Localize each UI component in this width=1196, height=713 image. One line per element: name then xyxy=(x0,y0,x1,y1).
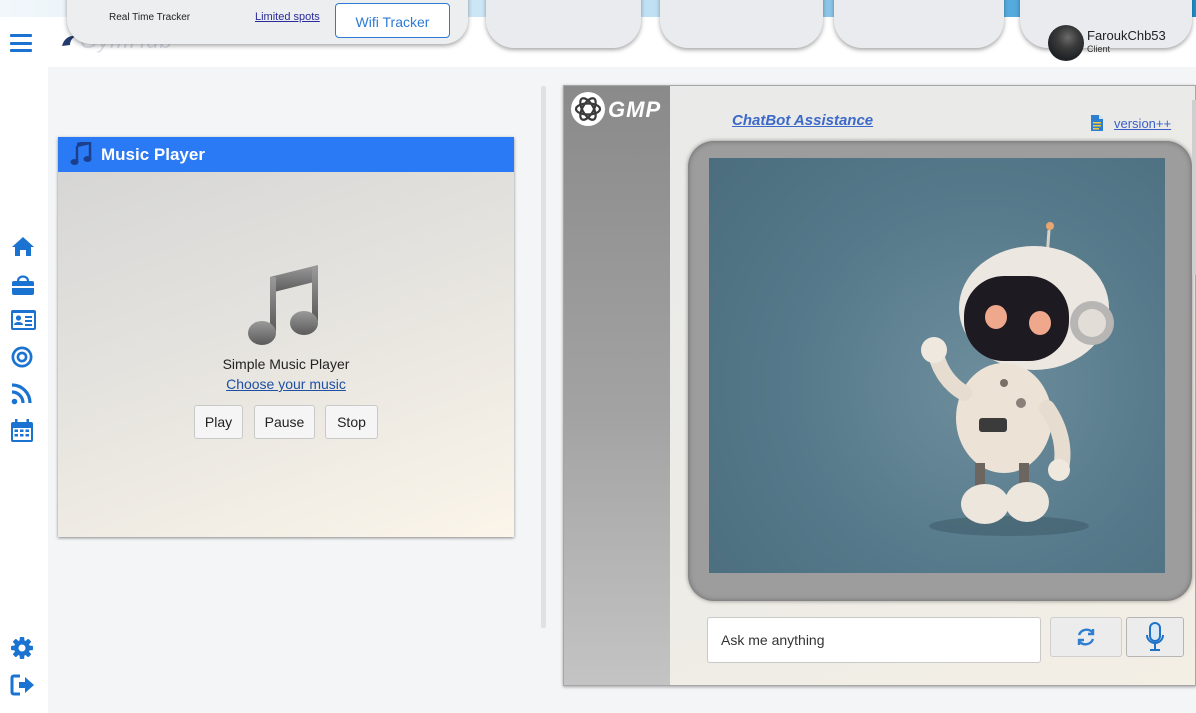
pause-button[interactable]: Pause xyxy=(254,405,315,439)
nav-pill-3[interactable] xyxy=(834,0,1004,48)
id-card-icon[interactable] xyxy=(10,308,36,332)
refresh-button[interactable] xyxy=(1050,617,1122,657)
gmp-brand: GMP xyxy=(608,97,662,122)
sidebar xyxy=(0,17,48,713)
music-player-header: Music Player xyxy=(58,137,514,172)
wifi-tracker-button[interactable]: Wifi Tracker xyxy=(335,3,450,38)
chat-side-strip: GMP xyxy=(564,86,670,685)
home-icon[interactable] xyxy=(10,235,36,259)
music-player-panel: Music Player Simple Music Player Choose … xyxy=(58,137,514,537)
nav-pill-2[interactable] xyxy=(660,0,823,48)
scrollbar-thumb[interactable] xyxy=(1192,100,1196,275)
document-icon xyxy=(1090,114,1104,132)
chatbot-title[interactable]: ChatBot Assistance xyxy=(732,112,873,129)
refresh-icon xyxy=(1077,628,1095,646)
shopping-bag-icon[interactable] xyxy=(10,272,36,296)
user-name: FaroukChb53 xyxy=(1087,28,1166,43)
choose-music-link[interactable]: Choose your music xyxy=(58,376,514,392)
chatbot-image-frame xyxy=(688,141,1192,601)
panel-divider[interactable] xyxy=(541,86,546,628)
avatar[interactable] xyxy=(1048,25,1084,61)
sign-out-icon[interactable] xyxy=(10,673,36,697)
play-button[interactable]: Play xyxy=(194,405,243,439)
music-player-label: Simple Music Player xyxy=(222,356,350,372)
music-note-icon xyxy=(70,139,92,166)
nav-pill-1[interactable] xyxy=(486,0,641,48)
target-icon[interactable] xyxy=(10,345,36,369)
microphone-icon xyxy=(1146,622,1164,651)
user-profile[interactable]: FaroukChb53 Client xyxy=(1048,25,1188,61)
calendar-icon[interactable] xyxy=(10,419,36,443)
promo-text: Real Time Tracker xyxy=(109,12,191,23)
stop-button[interactable]: Stop xyxy=(325,405,378,439)
chat-input[interactable] xyxy=(707,617,1041,663)
robot-image xyxy=(709,158,1165,573)
promo-card: Real Time Tracker Limited spots Wifi Tra… xyxy=(67,0,468,44)
rss-feed-icon[interactable] xyxy=(10,382,36,406)
music-player-title: Music Player xyxy=(101,145,205,164)
promo-link[interactable]: Limited spots xyxy=(255,11,320,23)
microphone-button[interactable] xyxy=(1126,617,1184,657)
menu-hamburger-icon[interactable] xyxy=(10,34,32,52)
large-music-note-icon xyxy=(246,263,320,347)
version-link[interactable]: version++ xyxy=(1114,116,1171,131)
openai-logo-icon xyxy=(570,91,606,127)
chatbot-panel: GMP ChatBot Assistance version++ xyxy=(563,85,1196,686)
settings-gear-icon[interactable] xyxy=(10,636,36,660)
user-role: Client xyxy=(1087,44,1111,54)
